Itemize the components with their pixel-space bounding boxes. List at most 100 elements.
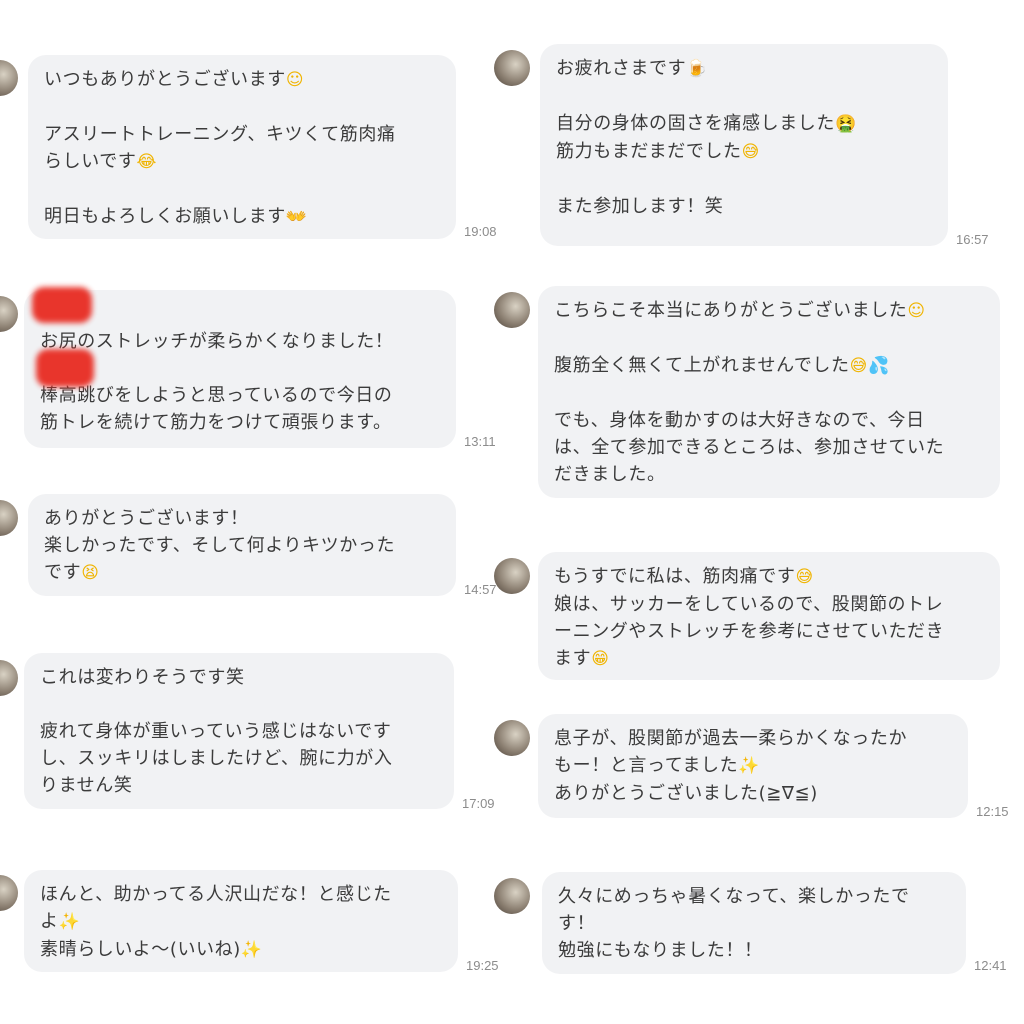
message-line: もー！と言ってました✨ <box>554 752 952 780</box>
message-text: ます <box>554 648 592 669</box>
message-line: お疲れさまです🍺 <box>556 55 932 83</box>
message-text: 腹筋全く無くて上がれませんでした <box>554 355 850 376</box>
message-text: こちらこそ本当にありがとうございました <box>554 300 908 321</box>
message-line: す！ <box>558 910 950 937</box>
message-bubble[interactable]: いつもありがとうございます☺ アスリートトレーニング、キツくて筋肉痛 らしいです😂 明… <box>28 55 456 239</box>
message-line: いつもありがとうございます☺ <box>44 66 440 94</box>
message-line: これは変わりそうです笑 <box>40 664 438 691</box>
message-bubble[interactable]: こちらこそ本当にありがとうございました☺ 腹筋全く無くて上がれませんでした😅💦 でも… <box>538 286 1000 498</box>
message-line: アスリートトレーニング、キツくて筋肉痛 <box>44 121 440 148</box>
message-bubble[interactable]: ほんと、助かってる人沢山だな！と感じた よ✨ 素晴らしいよ〜(いいね)✨ <box>24 870 458 972</box>
message-line: りません笑 <box>40 772 438 799</box>
message-line: お尻のストレッチが柔らかくなりました！ <box>40 328 440 355</box>
avatar[interactable] <box>494 50 530 86</box>
message-line: 自分の身体の固さを痛感しました🤮 <box>556 110 932 138</box>
message-text: もうすでに私は、筋肉痛です <box>554 566 796 587</box>
message-text: 疲れて身体が重いっていう感じはないです <box>40 721 392 742</box>
message-text: もー！と言ってました <box>554 755 739 776</box>
message-line: 腹筋全く無くて上がれませんでした😅💦 <box>554 352 984 380</box>
message-text: す！ <box>558 913 596 934</box>
message-text: でも、身体を動かすのは大好きなので、今日 <box>554 410 925 431</box>
message-time: 16:57 <box>956 232 989 247</box>
message-text: ほんと、助かってる人沢山だな！と感じた <box>40 884 392 905</box>
avatar[interactable] <box>494 292 530 328</box>
message-line: 明日もよろしくお願いします👐 <box>44 203 440 231</box>
message-line: 筋トレを続けて筋力をつけて頑張ります。 <box>40 409 440 436</box>
message-time: 14:57 <box>464 582 497 597</box>
message-line: ありがとうございます！ <box>44 505 440 532</box>
message-time: 12:41 <box>974 958 1007 973</box>
message-line: よ✨ <box>40 908 442 936</box>
avatar[interactable] <box>0 875 18 911</box>
message-line: 息子が、股関節が過去一柔らかくなったか <box>554 725 952 752</box>
message-line: もうすでに私は、筋肉痛です😅 <box>554 563 984 591</box>
emoji-icon: 😅 <box>795 567 814 587</box>
message-line: は、全て参加できるところは、参加させていた <box>554 434 984 461</box>
emoji-icon: 😅💦 <box>849 356 890 376</box>
avatar[interactable] <box>494 558 530 594</box>
message-bubble[interactable]: これは変わりそうです笑疲れて身体が重いっていう感じはないです し、スッキリはしまし… <box>24 653 454 809</box>
message-text: 娘は、サッカーをしているので、股関節のトレ <box>554 594 944 615</box>
message-line: 筋力もまだまだでした😅 <box>556 138 932 166</box>
message-text: 自分の身体の固さを痛感しました <box>556 113 835 134</box>
message-text: また参加します！笑 <box>556 196 724 217</box>
message-text: お疲れさまです <box>556 58 687 79</box>
message-text: よ <box>40 911 59 932</box>
message-text: 勉強にもなりました！！ <box>558 940 763 961</box>
message-time: 17:09 <box>462 796 495 811</box>
emoji-icon: 😫 <box>81 563 100 583</box>
message-bubble[interactable]: お疲れさまです🍺 自分の身体の固さを痛感しました🤮 筋力もまだまだでした😅 また参加し… <box>540 44 948 246</box>
message-line: 娘は、サッカーをしているので、股関節のトレ <box>554 591 984 618</box>
message-text: 息子が、股関節が過去一柔らかくなったか <box>554 728 908 749</box>
message-line: ほんと、助かってる人沢山だな！と感じた <box>40 881 442 908</box>
message-text: 筋トレを続けて筋力をつけて頑張ります。 <box>40 412 392 433</box>
message-text: 筋力もまだまだでした <box>556 141 742 162</box>
message-line: らしいです😂 <box>44 148 440 176</box>
message-text: 棒高跳びをしようと思っているので今日の <box>40 385 393 406</box>
message-time: 13:11 <box>464 434 496 449</box>
avatar[interactable] <box>0 60 18 96</box>
redaction-mark <box>32 287 92 323</box>
message-line: 疲れて身体が重いっていう感じはないです <box>40 718 438 745</box>
message-bubble[interactable]: ありがとうございます！ 楽しかったです、そして何よりキツかった です😫 <box>28 494 456 596</box>
message-text: ありがとうございます！ <box>44 508 249 529</box>
message-line: 素晴らしいよ〜(いいね)✨ <box>40 936 442 964</box>
chat-collage: いつもありがとうございます☺ アスリートトレーニング、キツくて筋肉痛 らしいです😂 明… <box>0 0 1024 1024</box>
emoji-icon: ☺ <box>907 301 926 321</box>
message-bubble[interactable]: 久々にめっちゃ暑くなって、楽しかったで す！ 勉強にもなりました！！ <box>542 872 966 974</box>
emoji-icon: 😂 <box>136 152 157 172</box>
message-text: し、スッキリはしましたけど、腕に力が入 <box>40 748 393 769</box>
emoji-icon: 😁 <box>591 649 610 669</box>
message-line: 勉強にもなりました！！ <box>558 937 950 964</box>
emoji-icon: 😅 <box>741 142 760 162</box>
message-text: は、全て参加できるところは、参加させていた <box>554 437 945 458</box>
message-text: ありがとうございました(≧∇≦) <box>554 783 818 804</box>
message-text: 久々にめっちゃ暑くなって、楽しかったで <box>558 886 910 907</box>
emoji-icon: 👐 <box>285 207 308 227</box>
message-text: 明日もよろしくお願いします <box>44 206 286 227</box>
message-text: 楽しかったです、そして何よりキツかった <box>44 535 396 556</box>
message-line: だきました。 <box>554 461 984 488</box>
message-text: ーニングやストレッチを参考にさせていただき <box>554 621 945 642</box>
message-line: ーニングやストレッチを参考にさせていただき <box>554 618 984 645</box>
message-bubble[interactable]: もうすでに私は、筋肉痛です😅 娘は、サッカーをしているので、股関節のトレ ーニングや… <box>538 552 1000 680</box>
message-text: りません笑 <box>40 775 133 796</box>
avatar[interactable] <box>0 500 18 536</box>
message-text: お尻のストレッチが柔らかくなりました！ <box>40 331 394 352</box>
emoji-icon: ✨ <box>58 912 81 932</box>
message-line: ありがとうございました(≧∇≦) <box>554 780 952 807</box>
avatar[interactable] <box>0 296 18 332</box>
avatar[interactable] <box>494 720 530 756</box>
message-time: 19:25 <box>466 958 499 973</box>
message-bubble[interactable]: 息子が、股関節が過去一柔らかくなったかもー！と言ってました✨ ありがとうございまし… <box>538 714 968 818</box>
message-text: だきました。 <box>554 464 666 485</box>
message-text: らしいです <box>44 151 137 172</box>
avatar[interactable] <box>0 660 18 696</box>
avatar[interactable] <box>494 878 530 914</box>
